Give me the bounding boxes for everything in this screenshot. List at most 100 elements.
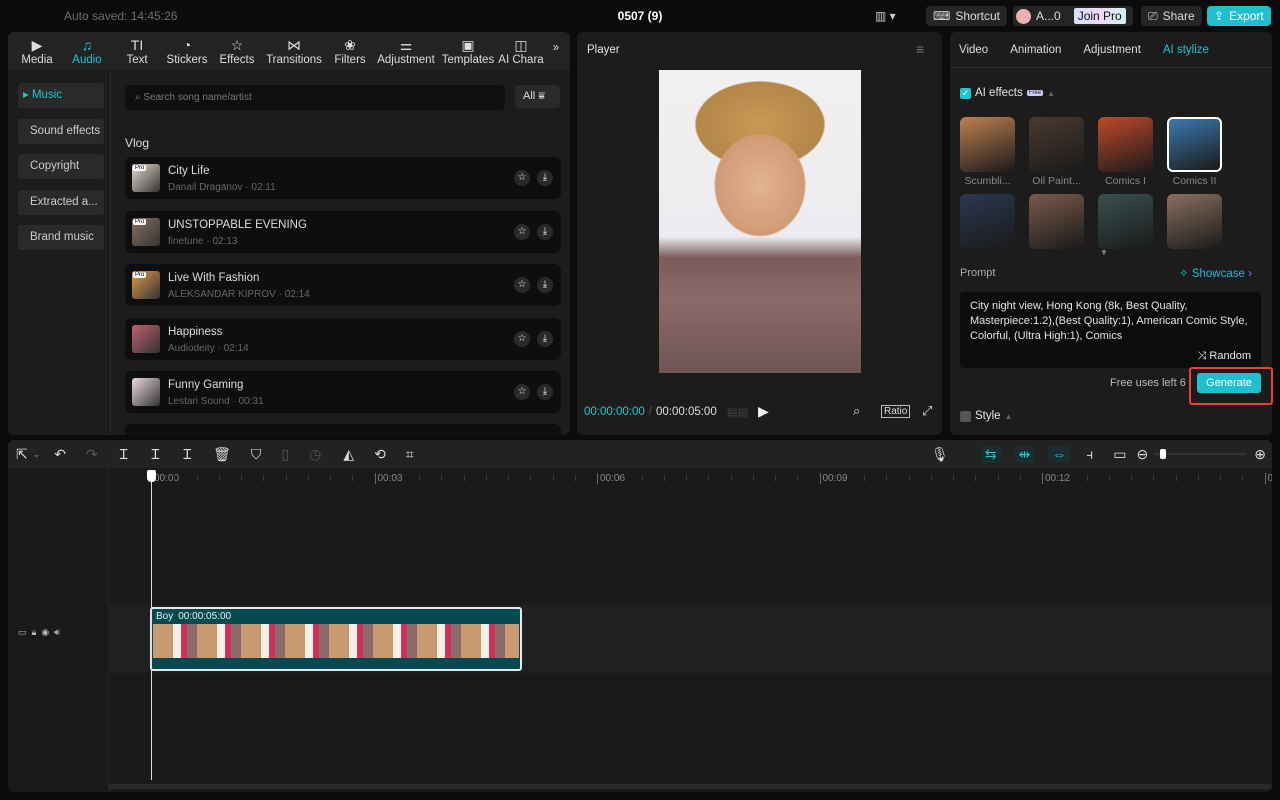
redo-icon[interactable]: ↷ bbox=[86, 446, 98, 463]
download-icon[interactable]: ⤓ bbox=[537, 384, 553, 400]
song-item[interactable]: Funny Gaming Lestari Sound · 00:31 ☆ ⤓ bbox=[125, 371, 561, 413]
tab-text[interactable]: TI Text bbox=[112, 32, 162, 70]
tab-animation[interactable]: Animation bbox=[1010, 44, 1061, 56]
style-toggle[interactable]: Style ▲ bbox=[960, 410, 1013, 422]
tab-media[interactable]: ▶ Media bbox=[12, 32, 62, 70]
undo-icon[interactable]: ↶ bbox=[54, 446, 66, 463]
fullscreen-icon[interactable]: ⤢ bbox=[922, 403, 932, 419]
category-copyright[interactable]: Copyright bbox=[18, 154, 104, 179]
freeze-icon[interactable]: ▯ bbox=[281, 446, 289, 463]
style-option[interactable] bbox=[1167, 194, 1222, 249]
zoom-in-icon[interactable]: ⊕ bbox=[1254, 446, 1266, 463]
cover-icon[interactable]: ▭ bbox=[18, 627, 27, 638]
style-option[interactable]: Comics I bbox=[1098, 117, 1153, 187]
video-clip[interactable]: Boy 00:00:05:00 bbox=[150, 607, 522, 671]
favorite-icon[interactable]: ☆ bbox=[514, 223, 530, 240]
tab-effects[interactable]: ☆ Effects bbox=[212, 32, 262, 70]
checkbox-checked-icon[interactable]: ✓ bbox=[960, 87, 971, 99]
random-button[interactable]: ⤨ Random bbox=[1198, 349, 1251, 364]
song-item[interactable]: Pro Live With Fashion ALEKSANDAR KIPROV … bbox=[125, 264, 561, 306]
generate-button[interactable]: Generate bbox=[1197, 373, 1261, 393]
select-tool-icon[interactable]: ⇱ bbox=[16, 446, 28, 463]
delete-icon[interactable]: 🗑︎ bbox=[213, 446, 231, 463]
favorite-icon[interactable]: ☆ bbox=[514, 330, 530, 347]
style-option[interactable] bbox=[1029, 194, 1084, 249]
favorite-icon[interactable]: ☆ bbox=[514, 277, 530, 293]
tab-templates[interactable]: ▣ Templates bbox=[438, 32, 498, 70]
more-tabs-icon[interactable]: » bbox=[544, 32, 568, 70]
tab-transitions[interactable]: ⋈ Transitions bbox=[262, 32, 326, 70]
shortcut-button[interactable]: ⌨ Shortcut bbox=[926, 6, 1008, 26]
auto-snap-icon[interactable]: ⇆ bbox=[980, 445, 1001, 463]
style-option[interactable]: Oil Paint... bbox=[1029, 117, 1084, 187]
crop-icon[interactable]: ⌗ bbox=[406, 446, 414, 463]
lock-icon[interactable]: 🔒︎ bbox=[32, 627, 37, 638]
menu-icon[interactable]: ≡ bbox=[916, 41, 924, 57]
style-option[interactable] bbox=[1098, 194, 1153, 249]
zoom-slider[interactable] bbox=[1154, 449, 1247, 459]
style-option[interactable] bbox=[960, 194, 1015, 249]
style-option[interactable]: Scumbli... bbox=[960, 117, 1015, 187]
account-button[interactable]: A...0 Join Pro bbox=[1013, 6, 1133, 26]
favorite-icon[interactable]: ☆ bbox=[514, 384, 530, 400]
split-icon[interactable]: Ɪ bbox=[120, 445, 128, 464]
preview-axis-icon[interactable]: ⇔ bbox=[1048, 446, 1071, 462]
collapse-icon[interactable]: ▲ bbox=[1047, 89, 1055, 98]
download-icon[interactable]: ⤓ bbox=[537, 330, 553, 347]
split-right-icon[interactable]: Ɪ bbox=[183, 445, 191, 464]
tab-video[interactable]: Video bbox=[959, 44, 988, 56]
prompt-input[interactable]: City night view, Hong Kong (8k, Best Qua… bbox=[960, 292, 1261, 368]
horizontal-scrollbar[interactable] bbox=[108, 784, 1272, 789]
rotate-icon[interactable]: ⟲ bbox=[374, 446, 386, 463]
song-item[interactable]: Happiness Audiodeity · 02:14 ☆ ⤓ bbox=[125, 317, 561, 360]
category-brand-music[interactable]: Brand music bbox=[18, 225, 104, 250]
reverse-icon[interactable]: ◷ bbox=[309, 446, 321, 463]
song-search-input[interactable]: ⌕ Search song name/artist bbox=[125, 85, 505, 110]
share-button[interactable]: ⎚ Share bbox=[1141, 6, 1202, 26]
ratio-button[interactable]: Ratio bbox=[881, 405, 911, 418]
eye-icon[interactable]: ◉ bbox=[41, 627, 49, 638]
tab-stickers[interactable]: ◔ Stickers bbox=[162, 32, 212, 70]
link-icon[interactable]: ⇹ bbox=[1014, 445, 1035, 463]
tab-adjustment[interactable]: ⚌ Adjustment bbox=[374, 32, 438, 70]
song-item-partial[interactable] bbox=[125, 424, 561, 435]
song-item[interactable]: Pro UNSTOPPABLE EVENING finetune · 02:13… bbox=[125, 210, 561, 253]
volume-icon[interactable]: 🔊︎ bbox=[54, 627, 60, 638]
showcase-link[interactable]: ✧ Showcase › bbox=[1179, 266, 1252, 280]
tab-ai-stylize[interactable]: AI stylize bbox=[1163, 44, 1209, 56]
style-option[interactable]: Comics II bbox=[1167, 117, 1222, 187]
tab-filters[interactable]: ❀ Filters bbox=[326, 32, 374, 70]
split-left-icon[interactable]: Ɪ bbox=[152, 445, 160, 464]
mirror-icon[interactable]: ◭ bbox=[343, 446, 354, 463]
time-ruler[interactable]: 00:0000:0300:0600:0900:1200 bbox=[108, 468, 1272, 488]
marker-icon[interactable]: ⛉ bbox=[251, 446, 262, 463]
category-music[interactable]: ▸ Music bbox=[18, 83, 104, 108]
tab-ai-characters[interactable]: ◫ AI Chara bbox=[498, 32, 544, 70]
ai-effects-toggle[interactable]: ✓ AI effects Free ▲ bbox=[960, 87, 1055, 99]
split-view-icon[interactable]: ⫞ bbox=[1086, 446, 1093, 463]
collapse-icon[interactable]: ▲ bbox=[1005, 412, 1013, 421]
export-button[interactable]: ⇪ Export bbox=[1207, 6, 1271, 26]
timeline-fit-icon[interactable]: ▭ bbox=[1113, 446, 1126, 463]
expand-more-icon[interactable]: ▼ bbox=[1100, 248, 1108, 257]
download-icon[interactable]: ⤓ bbox=[537, 223, 553, 240]
join-pro-button[interactable]: Join Pro bbox=[1073, 8, 1126, 24]
category-sound-effects[interactable]: Sound effects bbox=[18, 118, 104, 144]
category-extracted-audio[interactable]: Extracted a... bbox=[18, 189, 104, 215]
microphone-icon[interactable]: 🎙︎ bbox=[931, 446, 949, 463]
tab-audio[interactable]: ♫ Audio bbox=[62, 32, 112, 70]
download-icon[interactable]: ⤓ bbox=[537, 277, 553, 293]
checkbox-unchecked-icon[interactable] bbox=[960, 410, 971, 422]
filter-button[interactable]: All ⩸ bbox=[515, 85, 560, 108]
download-icon[interactable]: ⤓ bbox=[537, 170, 553, 186]
tab-adjustment[interactable]: Adjustment bbox=[1083, 44, 1141, 56]
play-button[interactable]: ▶ bbox=[758, 403, 769, 420]
favorite-icon[interactable]: ☆ bbox=[514, 170, 530, 186]
chevron-down-icon[interactable]: ⌄ bbox=[33, 449, 41, 460]
playhead-handle[interactable] bbox=[147, 470, 156, 482]
song-item[interactable]: Pro City Life Danail Draganov · 02:11 ☆ … bbox=[125, 157, 561, 199]
layout-icon[interactable]: ▥ ▾ bbox=[875, 9, 896, 23]
playhead[interactable] bbox=[151, 470, 152, 780]
zoom-out-icon[interactable]: ⊖ bbox=[1137, 446, 1149, 463]
zoom-fit-icon[interactable]: ⌕ bbox=[853, 403, 860, 419]
